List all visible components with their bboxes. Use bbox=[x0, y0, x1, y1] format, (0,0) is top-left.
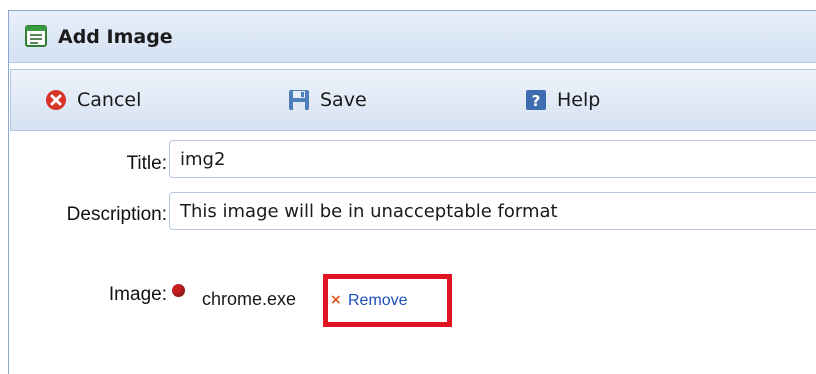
image-label: Image: bbox=[108, 284, 167, 305]
title-bar: Add Image bbox=[9, 11, 816, 63]
help-icon: ? bbox=[526, 90, 546, 110]
cancel-button[interactable]: Cancel bbox=[45, 70, 141, 130]
cancel-icon bbox=[46, 90, 66, 110]
save-icon bbox=[289, 90, 309, 110]
toolbar: Cancel Save ? Help bbox=[10, 69, 816, 131]
description-input[interactable]: This image will be in unacceptable forma… bbox=[169, 192, 816, 230]
image-file-name: chrome.exe bbox=[202, 289, 297, 309]
help-button[interactable]: ? Help bbox=[525, 70, 600, 130]
window-title: Add Image bbox=[58, 26, 173, 48]
save-label: Save bbox=[320, 89, 367, 111]
cancel-label: Cancel bbox=[77, 89, 142, 111]
status-dot-icon bbox=[172, 284, 185, 297]
help-label: Help bbox=[557, 89, 601, 111]
title-input-value: img2 bbox=[180, 148, 226, 170]
window-form-icon bbox=[25, 25, 47, 47]
remove-link[interactable]: Remove bbox=[348, 292, 408, 310]
svg-text:?: ? bbox=[532, 92, 541, 110]
description-label: Description: bbox=[66, 204, 167, 225]
title-label: Title: bbox=[126, 153, 167, 174]
title-input[interactable]: img2 bbox=[169, 140, 816, 178]
save-button[interactable]: Save bbox=[288, 70, 367, 130]
close-icon[interactable]: × bbox=[330, 292, 342, 308]
description-input-value: This image will be in unacceptable forma… bbox=[180, 200, 558, 222]
